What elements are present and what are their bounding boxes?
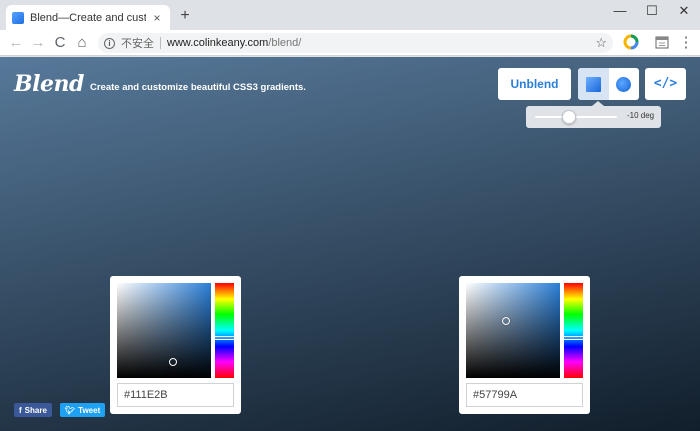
hue-slider[interactable] [563,283,584,378]
radial-gradient-icon [616,76,632,92]
bookmark-star-icon[interactable]: ☆ [595,33,607,53]
omnibox-divider [160,37,161,49]
hex-input[interactable]: #111E2B [117,383,234,407]
gradient-canvas: Blend Create and customize beautiful CSS… [0,57,700,431]
browser-tab[interactable]: Blend—Create and customize b × [6,5,170,30]
tab-close-icon[interactable]: × [150,11,164,25]
close-window-button[interactable]: ✕ [668,0,700,24]
blend-logo: Blend [14,71,84,97]
saturation-value-area[interactable] [466,283,560,378]
browser-tab-strip: Blend—Create and customize b × + — ☐ ✕ [0,0,700,30]
minimize-button[interactable]: — [604,0,636,24]
linear-gradient-button[interactable] [578,68,609,100]
hue-marker[interactable] [563,336,584,341]
home-button[interactable]: ⌂ [72,33,92,53]
unblend-button[interactable]: Unblend [498,68,571,100]
saturation-value-area[interactable] [117,283,211,378]
hue-slider[interactable] [214,283,235,378]
angle-panel: -10 deg [526,101,661,128]
info-icon[interactable]: i [104,37,115,49]
hex-input[interactable]: #57799A [466,383,583,407]
color-picker-start: #111E2B [110,276,241,414]
browser-menu-icon[interactable]: ⋮ [676,33,696,53]
tagline: Create and customize beautiful CSS3 grad… [90,82,306,93]
twitter-bird-icon: 🐦︎ [65,405,76,415]
angle-slider-track[interactable] [535,110,617,124]
facebook-icon: f [19,405,22,415]
angle-value-label: -10 deg [627,111,655,120]
extension-icon[interactable] [623,34,641,52]
blend-favicon-icon [12,11,24,24]
forward-button[interactable]: → [28,33,48,53]
reload-button[interactable]: C [50,33,70,53]
url-path: /blend/ [268,37,302,49]
facebook-share-button[interactable]: f Share [14,403,52,417]
color-picker-end: #57799A [459,276,590,414]
maximize-button[interactable]: ☐ [636,0,668,24]
linear-gradient-icon [585,76,601,92]
calendar-extension-icon[interactable] [654,34,672,52]
angle-slider-thumb[interactable] [562,110,577,124]
tweet-label: Tweet [78,405,101,415]
url-host: www.colinkeany.com [167,37,269,49]
radial-gradient-button[interactable] [609,68,640,100]
browser-toolbar: ← → C ⌂ i 不安全 www.colinkeany.com /blend/… [0,30,700,56]
view-code-button[interactable]: </> [645,68,686,100]
tab-title: Blend—Create and customize b [30,11,146,24]
security-status: 不安全 [121,38,154,50]
back-button[interactable]: ← [6,33,26,53]
twitter-tweet-button[interactable]: 🐦︎ Tweet [60,403,106,417]
new-tab-button[interactable]: + [176,7,194,25]
share-label: Share [24,405,47,415]
gradient-type-toggle [578,68,639,100]
hue-marker[interactable] [214,336,235,341]
address-bar[interactable]: i 不安全 www.colinkeany.com /blend/ ☆ [98,33,613,53]
